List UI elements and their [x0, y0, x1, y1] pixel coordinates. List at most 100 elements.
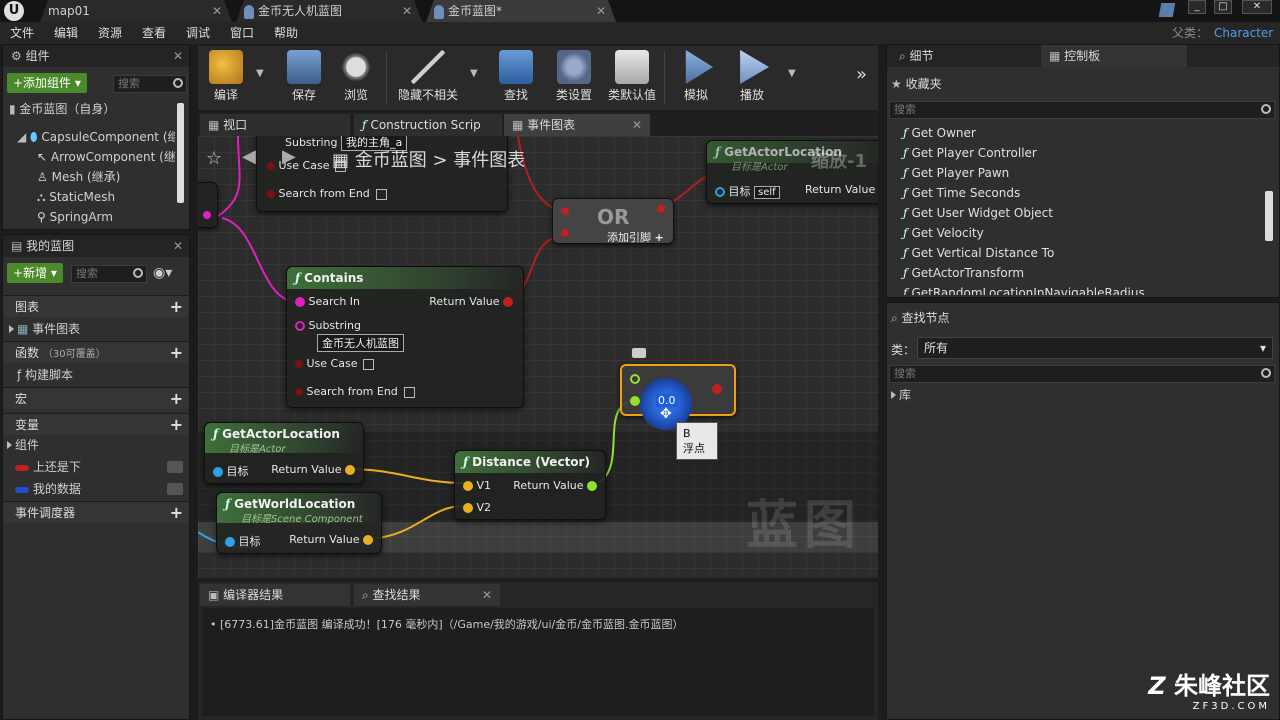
category-select[interactable]: 所有 ▾ [917, 337, 1273, 359]
search-from-end-checkbox[interactable] [403, 386, 415, 398]
menu-edit[interactable]: 编辑 [54, 22, 78, 44]
hide-unrelated-button[interactable]: 隐藏不相关 [392, 46, 464, 110]
section-functions[interactable]: 函数 （30可覆盖） + [3, 341, 189, 363]
section-event-dispatchers[interactable]: 事件调度器 + [3, 501, 189, 523]
components-category[interactable]: 组件 [7, 435, 39, 455]
fav-get-time-seconds[interactable]: ƒ Get Time Seconds [887, 183, 1265, 203]
menu-debug[interactable]: 调试 [186, 22, 210, 44]
event-graph-item[interactable]: ▦ 事件图表 [9, 319, 80, 339]
node-or[interactable]: OR 添加引脚 + [552, 198, 674, 244]
menu-asset[interactable]: 资源 [98, 22, 122, 44]
tab-palette[interactable]: ▦ 控制板 [1041, 45, 1187, 67]
star-icon[interactable]: ☆ [206, 148, 222, 169]
visibility-eye-icon[interactable] [167, 461, 183, 473]
doc-tab-map01[interactable]: map01 ✕ [40, 0, 232, 22]
tab-event-graph[interactable]: ▦ 事件图表 ✕ [504, 114, 650, 136]
search-end-checkbox[interactable] [375, 188, 387, 200]
add-macro-button[interactable]: + [170, 388, 183, 410]
parent-class-link[interactable]: Character [1214, 22, 1273, 44]
or-pin-b[interactable] [561, 229, 569, 237]
library-category[interactable]: 库 [891, 385, 911, 405]
components-scrollbar[interactable] [177, 103, 184, 203]
variable-my-data[interactable]: 我的数据 [15, 479, 187, 499]
pin-yellow[interactable] [345, 465, 355, 475]
pin-blue[interactable] [715, 187, 725, 197]
find-button[interactable]: 查找 [488, 46, 544, 110]
doc-tab-coin-blueprint[interactable]: 金币蓝图* ✕ [426, 0, 616, 22]
close-icon[interactable]: ✕ [596, 0, 606, 22]
compile-button[interactable]: 编译 [198, 46, 254, 110]
pin-red[interactable] [295, 360, 303, 368]
add-component-button[interactable]: +添加组件 ▾ [7, 73, 87, 93]
or-pin-a[interactable] [561, 207, 569, 215]
close-icon[interactable]: ✕ [632, 114, 642, 136]
node-top-get-actor-location[interactable]: ƒ GetActorLocation 目标是Actor 缩放-1 目标 self … [706, 140, 878, 204]
class-defaults-button[interactable]: 类默认值 [604, 46, 660, 110]
section-graphs[interactable]: 图表 + [3, 295, 189, 317]
simulate-button[interactable]: 模拟 [668, 46, 724, 110]
doc-tab-drone-blueprint[interactable]: 金币无人机蓝图 ✕ [236, 0, 422, 22]
fav-get-velocity[interactable]: ƒ Get Velocity [887, 223, 1265, 243]
pin-yellow[interactable] [463, 503, 473, 513]
component-root[interactable]: ▮ 金币蓝图（自身） [9, 99, 115, 119]
pin-yellow[interactable] [363, 535, 373, 545]
pin-magenta-hollow[interactable] [295, 321, 305, 331]
forward-arrow-icon[interactable]: ▶ [282, 146, 296, 167]
component-capsule[interactable]: ◢ ⬮ CapsuleComponent (继承) [17, 127, 175, 147]
tab-details[interactable]: ⌕ 细节 [891, 45, 1037, 67]
pin-yellow[interactable] [463, 481, 473, 491]
compare-pin-out[interactable] [712, 384, 722, 394]
partial-node-left[interactable] [198, 182, 218, 228]
fav-get-random-location[interactable]: ƒ GetRandomLocationInNavigableRadius [887, 283, 1265, 295]
section-macros[interactable]: 宏 + [3, 387, 189, 409]
palette-search-input[interactable]: 搜索 [889, 101, 1275, 119]
construction-script-item[interactable]: ƒ 构建脚本 [17, 365, 73, 385]
or-add-pin-button[interactable]: 添加引脚 + [607, 229, 664, 245]
breadcrumb-root[interactable]: 金币蓝图 [355, 150, 427, 171]
close-icon[interactable]: ✕ [173, 45, 183, 67]
pin-magenta[interactable] [295, 297, 305, 307]
browse-button[interactable]: 浏览 [328, 46, 384, 110]
menu-file[interactable]: 文件 [10, 22, 34, 44]
variable-up-or-down[interactable]: 上还是下 [15, 457, 187, 477]
class-settings-button[interactable]: 类设置 [546, 46, 602, 110]
chevron-down-icon[interactable]: ▼ [470, 68, 478, 79]
minimize-button[interactable]: _ [1188, 0, 1206, 14]
favorites-header[interactable]: ★ 收藏夹 [891, 75, 942, 92]
favorites-scrollbar[interactable] [1265, 191, 1273, 241]
close-icon[interactable]: ✕ [173, 235, 183, 257]
back-arrow-icon[interactable]: ◀ [242, 146, 256, 167]
substring-value-input[interactable]: 金币无人机蓝图 [317, 334, 404, 352]
fav-get-player-pawn[interactable]: ƒ Get Player Pawn [887, 163, 1265, 183]
menu-help[interactable]: 帮助 [274, 22, 298, 44]
menu-view[interactable]: 查看 [142, 22, 166, 44]
fav-get-player-controller[interactable]: ƒ Get Player Controller [887, 143, 1265, 163]
eye-icon[interactable]: ◉▾ [153, 265, 172, 281]
fav-get-actor-transform[interactable]: ƒ GetActorTransform [887, 263, 1265, 283]
node-get-actor-location[interactable]: ƒ GetActorLocation 目标是Actor 目标 Return Val… [204, 422, 364, 484]
close-icon[interactable]: ✕ [212, 0, 222, 22]
node-distance-vector[interactable]: ƒ Distance (Vector) V1 Return Value V2 [454, 450, 606, 520]
fav-get-user-widget-object[interactable]: ƒ Get User Widget Object [887, 203, 1265, 223]
play-button[interactable]: 播放 [724, 46, 780, 110]
add-variable-button[interactable]: + [170, 414, 183, 436]
chevron-down-icon[interactable]: ▼ [788, 68, 796, 79]
comment-bubble-icon[interactable] [632, 348, 646, 358]
component-staticmesh[interactable]: ⛬ StaticMesh [37, 187, 175, 207]
add-function-button[interactable]: + [170, 342, 183, 364]
component-mesh[interactable]: ♙ Mesh (继承) [37, 167, 175, 187]
pin-lime[interactable] [587, 481, 597, 491]
add-dispatcher-button[interactable]: + [170, 502, 183, 524]
tab-viewport[interactable]: ▦ 视口 [200, 114, 350, 136]
overflow-chevron-icon[interactable]: » [856, 64, 867, 85]
pin-blue[interactable] [213, 467, 223, 477]
node-contains[interactable]: ƒ Contains Search In Return Value Substri… [286, 266, 524, 408]
use-case-checkbox[interactable] [363, 358, 375, 370]
source-control-icon[interactable] [1158, 3, 1176, 17]
components-search-input[interactable]: 搜索 [113, 75, 187, 93]
log-line[interactable]: [6773.61]金币蓝图 编译成功！[176 毫秒内]（/Game/我的游戏/… [220, 618, 683, 631]
pin-red[interactable] [295, 388, 303, 396]
compare-pin-b[interactable] [630, 396, 640, 406]
component-arrow[interactable]: ↖ ArrowComponent (继承) [37, 147, 175, 167]
tab-construction-script[interactable]: ƒ Construction Scrip [354, 114, 502, 136]
